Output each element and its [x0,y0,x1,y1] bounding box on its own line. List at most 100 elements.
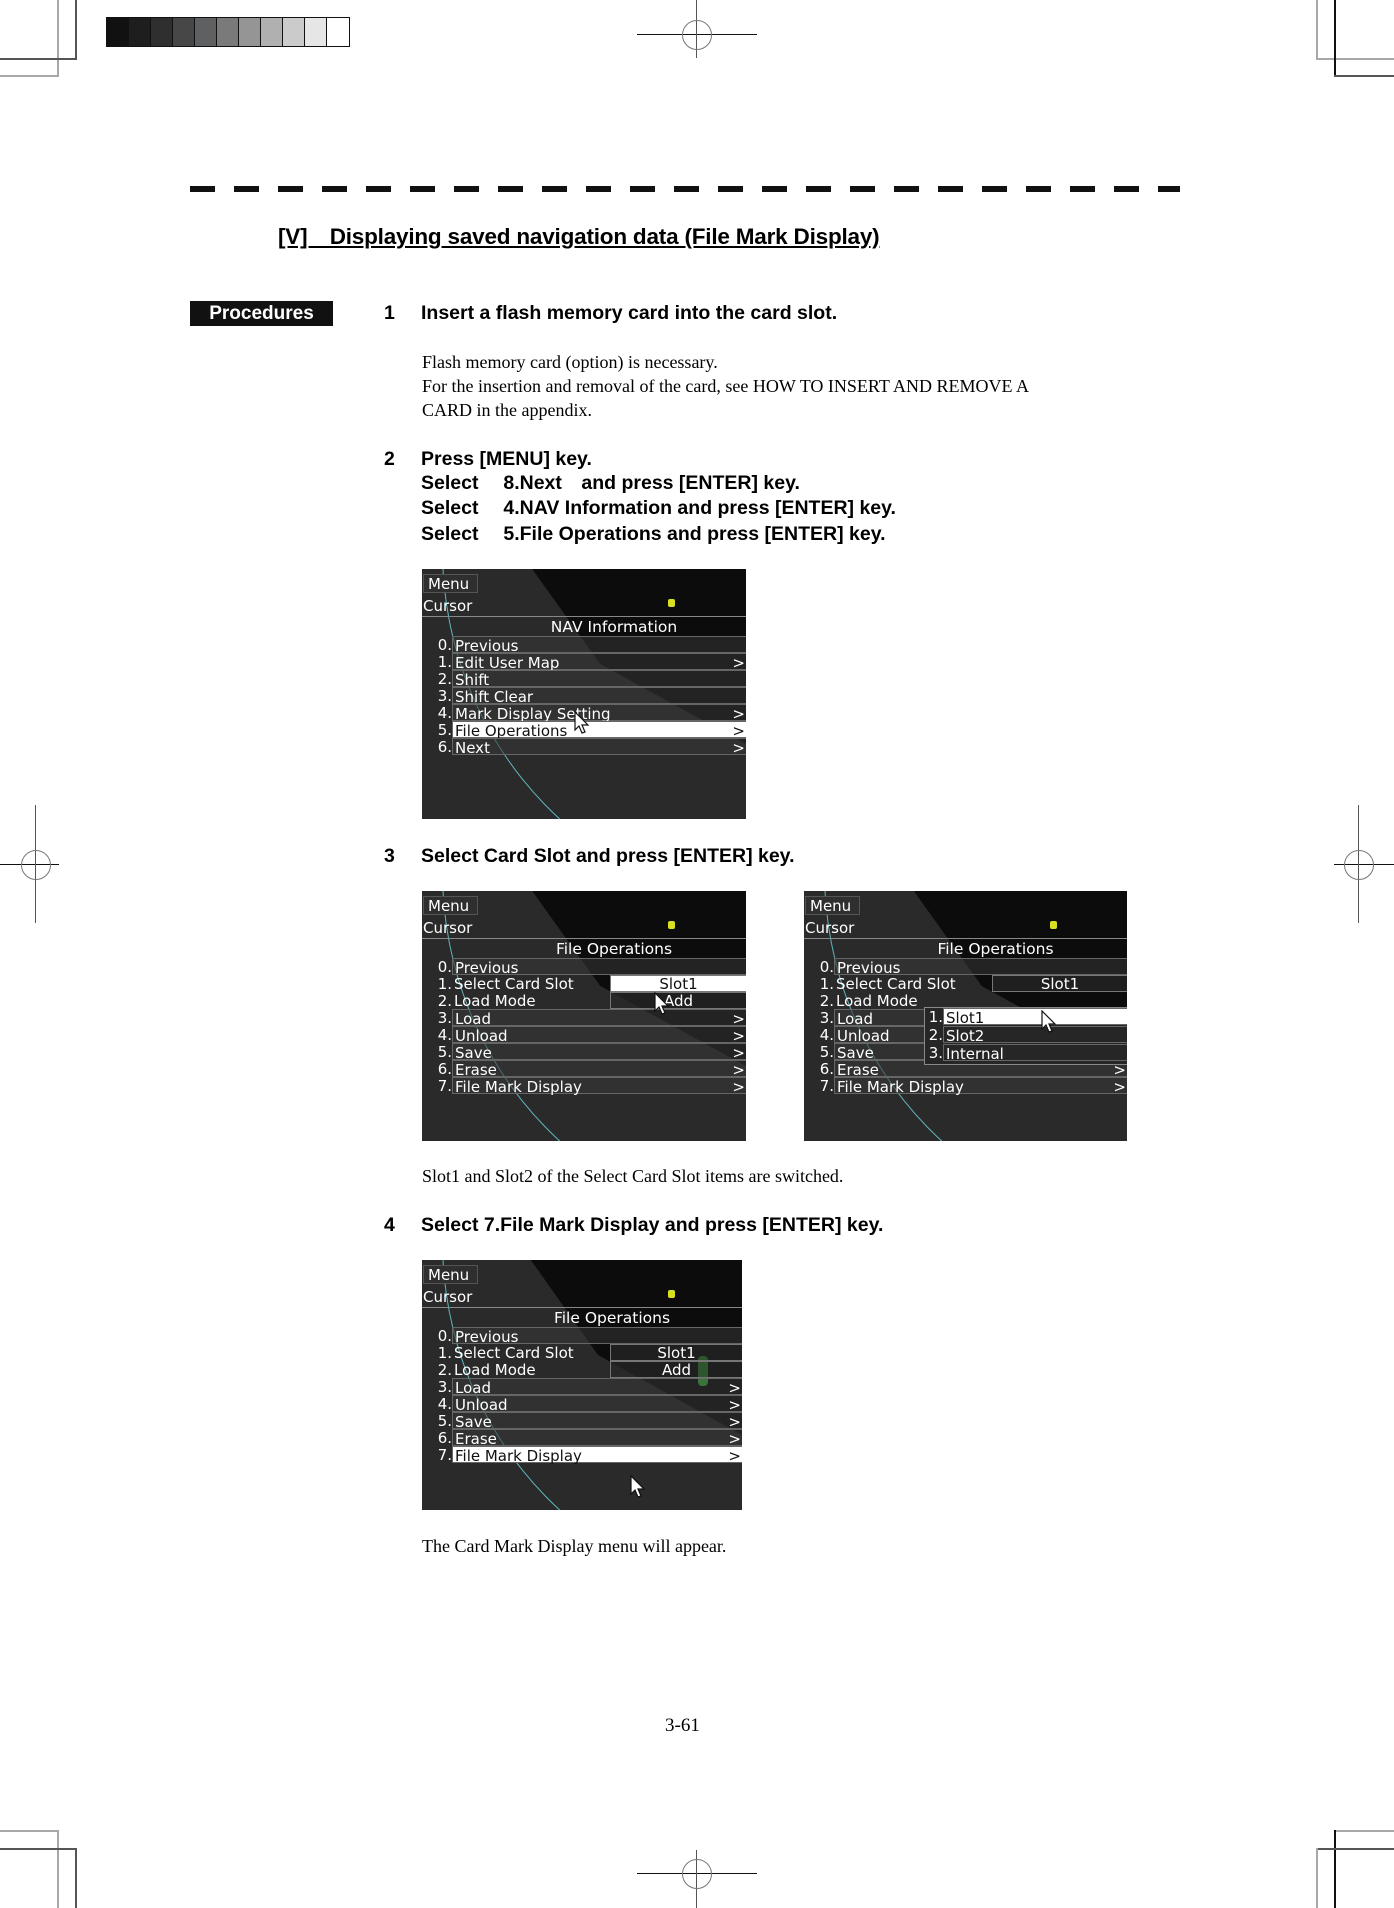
menu-item-box[interactable]: Next > [452,738,746,757]
menu-item-box[interactable]: Save> [452,1412,742,1431]
grayscale-swatch [283,18,305,46]
menu-item-box[interactable]: Edit User Map > [452,653,746,672]
menu-item-index: 4. [819,1026,834,1044]
menu-item[interactable]: 6. Next > [422,738,746,757]
menu-tab[interactable]: Menu [423,896,478,915]
grayscale-swatch [173,18,195,46]
grayscale-swatch [305,18,327,46]
menu-item[interactable]: 6. Erase > [422,1429,742,1448]
dropdown-option[interactable]: 1. Slot1 [925,1008,1127,1027]
grayscale-swatch [217,18,239,46]
chevron-right-icon: > [728,1447,741,1465]
menu-tab[interactable]: Menu [423,574,478,593]
menu-item-box[interactable]: Shift [452,670,746,689]
menu-item-box[interactable]: Erase > [452,1429,742,1448]
menu-item-box[interactable]: File Operations > [452,721,746,740]
menu-item[interactable]: 3.Load> [422,1009,746,1028]
menu-item-box[interactable]: Unload> [452,1026,746,1045]
grayscale-swatch [129,18,151,46]
menu-item-value[interactable]: Add [610,992,746,1009]
menu-item-box[interactable]: Load> [452,1378,742,1397]
grayscale-swatch [195,18,217,46]
menu-item[interactable]: 4.Unload> [422,1395,742,1414]
menu-item[interactable]: 0. Previous [422,1327,742,1346]
dropdown-option[interactable]: 2. Slot2 [925,1026,1127,1045]
menu-item[interactable]: 3. Shift Clear [422,687,746,706]
step-2: 2 Press [MENU] key. [384,446,592,524]
menu-item-box[interactable]: Load> [452,1009,746,1028]
screenshot-file-operations-slot-dropdown: Menu Cursor File Operations 0. Previous 1. Sel… [804,891,1127,1141]
radar-echo [668,1290,675,1298]
step-2-substep: Select 4.NAV Information and press [ENTE… [421,497,896,519]
menu-item-index: 1. [437,653,452,671]
menu-item-value[interactable]: Slot1 [610,1344,742,1361]
menu-item-box[interactable]: Erase > [452,1060,746,1079]
dropdown-option-label[interactable]: Slot2 [943,1026,1127,1045]
menu-item-box[interactable]: Save> [452,1043,746,1062]
card-slot-dropdown[interactable]: 1. Slot1 2. Slot2 3. Internal [924,1007,1127,1065]
dropdown-option-index: 2. [928,1026,943,1044]
chevron-right-icon: > [1113,1078,1126,1096]
menu-item[interactable]: 0. Previous [422,636,746,655]
menu-item-box[interactable]: File Mark Display > [452,1446,742,1465]
menu-item[interactable]: 2. Shift [422,670,746,689]
radar-echo [668,599,675,607]
dropdown-option-label[interactable]: Internal [943,1044,1127,1063]
menu-item-index: 1. [819,975,834,993]
grayscale-swatch [107,18,129,46]
menu-item-box[interactable]: File Mark Display > [834,1077,1127,1096]
dropdown-option-label[interactable]: Slot1 [943,1008,1127,1027]
dropdown-option-index: 3. [928,1044,943,1062]
radar-echo [668,921,675,929]
step-3-note: Slot1 and Slot2 of the Select Card Slot … [422,1166,844,1186]
menu-item-index: 4. [437,1395,452,1413]
menu-item-box[interactable]: Mark Display Setting > [452,704,746,723]
menu-item-index: 1. [437,975,452,993]
menu-item[interactable]: 0. Previous [804,958,1127,977]
menu-item[interactable]: 5.Save> [422,1412,742,1431]
menu-item[interactable]: 7. File Mark Display > [804,1077,1127,1096]
menu-title: File Operations [553,1309,671,1327]
screenshot-file-operations-card-slot: Menu Cursor File Operations 0. Previous 1. Sel… [422,891,746,1141]
menu-item-box[interactable]: File Mark Display > [452,1077,746,1096]
menu-item[interactable]: 1. Edit User Map > [422,653,746,672]
menu-tab[interactable]: Menu [805,896,860,915]
menu-item[interactable]: 7. File Mark Display > [422,1446,742,1465]
step-1: 1 Insert a flash memory card into the ca… [384,300,837,378]
menu-item-value[interactable]: Add [610,1361,742,1378]
menu-item-index: 5. [437,1043,452,1061]
menu-item[interactable]: 4.Unload> [422,1026,746,1045]
step-3: 3 Select Card Slot and press [ENTER] key… [384,843,795,921]
menu-item[interactable]: 6. Erase > [422,1060,746,1079]
menu-item-box[interactable]: Unload> [452,1395,742,1414]
menu-item[interactable]: 7. File Mark Display > [422,1077,746,1096]
menu-item[interactable]: 5.Save> [422,1043,746,1062]
step-text: Press [MENU] key. [421,448,592,470]
menu-title: NAV Information [550,618,678,636]
menu-tab[interactable]: Menu [423,1265,478,1284]
menu-item-label: Select Card Slot [454,975,574,993]
menu-item-index: 5. [437,721,452,739]
menu-item-box[interactable]: Previous [452,636,746,655]
cursor-label: Cursor [423,919,473,937]
menu-item-index: 6. [437,1060,452,1078]
menu-item-box[interactable]: Previous [834,958,1127,977]
menu-item-box[interactable]: Previous [452,958,746,977]
menu-item-index: 0. [819,958,834,976]
menu-item-box[interactable]: Shift Clear [452,687,746,706]
menu-item[interactable]: 0. Previous [422,958,746,977]
menu-title: File Operations [555,940,673,958]
menu-item-value[interactable]: Slot1 [610,975,746,992]
menu-item[interactable]: 3.Load> [422,1378,742,1397]
menu-item-index: 0. [437,636,452,654]
menu-item-value[interactable]: Slot1 [992,975,1127,992]
screenshot-file-operations-file-mark-display: Menu Cursor File Operations 0. Previous 1. Sel… [422,1260,742,1510]
note-line: Flash memory card (option) is necessary. [422,352,718,372]
procedures-badge: Procedures [190,301,333,326]
menu-item-box[interactable]: Previous [452,1327,742,1346]
menu-item-index: 3. [437,1378,452,1396]
dropdown-option[interactable]: 3. Internal [925,1044,1127,1063]
step-number: 1 [384,302,395,324]
step-2-substep: Select 5.File Operations and press [ENTE… [421,523,886,545]
menu-item-label: File Mark Display [455,1078,582,1096]
